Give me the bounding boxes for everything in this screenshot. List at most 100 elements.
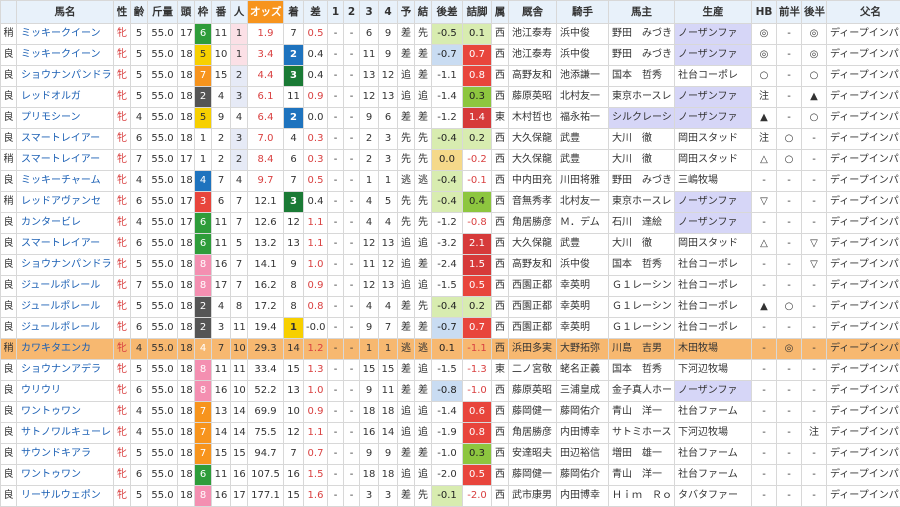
field-size-cell: 18: [178, 402, 195, 423]
header-result[interactable]: 結: [415, 1, 432, 24]
horse-name-link[interactable]: ショウナンパンドラ: [17, 66, 114, 87]
header-odds[interactable]: オッズ: [248, 1, 284, 24]
header-belong[interactable]: 属: [492, 1, 509, 24]
odds-cell: 29.3: [248, 339, 284, 360]
horse-name-link[interactable]: ミッキークイーン: [17, 45, 114, 66]
corner3-cell: 15: [360, 360, 379, 381]
back-half-mark-cell: ○: [802, 108, 827, 129]
horse-name-link[interactable]: ジュールポレール: [17, 297, 114, 318]
header-diff[interactable]: 差: [304, 1, 328, 24]
horse-name-link[interactable]: レッドオルガ: [17, 87, 114, 108]
result-style-cell: 差: [415, 45, 432, 66]
header-num[interactable]: 番: [212, 1, 231, 24]
finish-position-cell: 13: [284, 234, 304, 255]
popularity-cell: 14: [231, 423, 248, 444]
header-age[interactable]: 齢: [131, 1, 148, 24]
predicted-style-cell: 追: [398, 276, 415, 297]
stretch-cell: 1.5: [463, 255, 492, 276]
result-style-cell: 追: [415, 402, 432, 423]
header-c3[interactable]: 3: [360, 1, 379, 24]
time-diff-cell: 1.0: [304, 381, 328, 402]
header-field[interactable]: 頭: [178, 1, 195, 24]
horse-name-link[interactable]: カンタービレ: [17, 213, 114, 234]
header-front[interactable]: 前半: [777, 1, 802, 24]
hb-mark-cell: △: [752, 234, 777, 255]
header-frame[interactable]: 枠: [195, 1, 212, 24]
stretch-cell: 1.4: [463, 108, 492, 129]
jockey-cell: 内田博幸: [557, 423, 609, 444]
late-diff-cell: -0.7: [432, 45, 463, 66]
breeder-cell: タバタファー: [675, 486, 752, 507]
horse-name-link[interactable]: プリモシーン: [17, 108, 114, 129]
popularity-cell: 7: [231, 213, 248, 234]
front-half-mark-cell: -: [777, 66, 802, 87]
horse-name-link[interactable]: ミッキークイーン: [17, 24, 114, 45]
header-weight[interactable]: 斤量: [148, 1, 178, 24]
result-style-cell: 追: [415, 234, 432, 255]
horse-name-link[interactable]: スマートレイアー: [17, 129, 114, 150]
frame-number-cell: 7: [195, 66, 212, 87]
horse-name-link[interactable]: ジュールポレール: [17, 276, 114, 297]
header-c4[interactable]: 4: [379, 1, 398, 24]
header-finish[interactable]: 着: [284, 1, 304, 24]
header-back[interactable]: 後半: [802, 1, 827, 24]
horse-name-link[interactable]: ミッキーチャーム: [17, 171, 114, 192]
horse-name-link[interactable]: カワキタエンカ: [17, 339, 114, 360]
horse-name-link[interactable]: スマートレイアー: [17, 150, 114, 171]
finish-position-cell: 16: [284, 465, 304, 486]
odds-cell: 13.2: [248, 234, 284, 255]
stretch-cell: 0.1: [463, 24, 492, 45]
finish-position-cell: 9: [284, 255, 304, 276]
header-name[interactable]: 馬名: [17, 1, 114, 24]
horse-name-link[interactable]: ワントゥワン: [17, 465, 114, 486]
odds-cell: 14.1: [248, 255, 284, 276]
frame-number-cell: 6: [195, 24, 212, 45]
corner1-cell: -: [328, 486, 344, 507]
horse-name-link[interactable]: ショウナンアデラ: [17, 360, 114, 381]
header-c1[interactable]: 1: [328, 1, 344, 24]
header-stable[interactable]: 厩舎: [509, 1, 557, 24]
corner4-cell: 9: [379, 45, 398, 66]
result-style-cell: 差: [415, 66, 432, 87]
header-stretch[interactable]: 詰脚: [463, 1, 492, 24]
horse-name-link[interactable]: ショウナンパンドラ: [17, 255, 114, 276]
horse-name-link[interactable]: サトノワルキューレ: [17, 423, 114, 444]
age-cell: 5: [131, 444, 148, 465]
track-condition-cell: 良: [1, 297, 17, 318]
odds-cell: 52.2: [248, 381, 284, 402]
horse-name-link[interactable]: サウンドキアラ: [17, 444, 114, 465]
header-owner[interactable]: 馬主: [609, 1, 675, 24]
corner3-cell: 4: [360, 297, 379, 318]
front-half-mark-cell: -: [777, 45, 802, 66]
field-size-cell: 18: [178, 129, 195, 150]
horse-name-link[interactable]: ウリウリ: [17, 381, 114, 402]
horse-name-link[interactable]: スマートレイアー: [17, 234, 114, 255]
header-pred[interactable]: 予: [398, 1, 415, 24]
stable-cell: 西園正都: [509, 297, 557, 318]
odds-cell: 8.4: [248, 150, 284, 171]
breeder-cell: 下河辺牧場: [675, 360, 752, 381]
stretch-cell: 0.7: [463, 45, 492, 66]
corner4-cell: 18: [379, 402, 398, 423]
horse-name-link[interactable]: リーサルウェポン: [17, 486, 114, 507]
age-cell: 5: [131, 87, 148, 108]
corner2-cell: -: [344, 381, 360, 402]
header-breeder[interactable]: 生産: [675, 1, 752, 24]
horse-name-link[interactable]: レッドアヴァンセ: [17, 192, 114, 213]
table-row: 良ショウナンパンドラ牝555.01871524.430.4--1312追差-1.…: [1, 66, 900, 87]
owner-cell: 東京ホースレ: [609, 192, 675, 213]
track-condition-cell: 良: [1, 423, 17, 444]
sex-cell: 牝: [114, 213, 131, 234]
header-late[interactable]: 後差: [432, 1, 463, 24]
header-hb[interactable]: HB: [752, 1, 777, 24]
horse-name-link[interactable]: ワントゥワン: [17, 402, 114, 423]
finish-position-cell: 8: [284, 297, 304, 318]
header-sex[interactable]: 性: [114, 1, 131, 24]
sex-cell: 牝: [114, 465, 131, 486]
header-c2[interactable]: 2: [344, 1, 360, 24]
header-pop[interactable]: 人: [231, 1, 248, 24]
header-sire[interactable]: 父名: [827, 1, 900, 24]
horse-name-link[interactable]: ジュールポレール: [17, 318, 114, 339]
header-jockey[interactable]: 騎手: [557, 1, 609, 24]
horse-number-cell: 11: [212, 213, 231, 234]
